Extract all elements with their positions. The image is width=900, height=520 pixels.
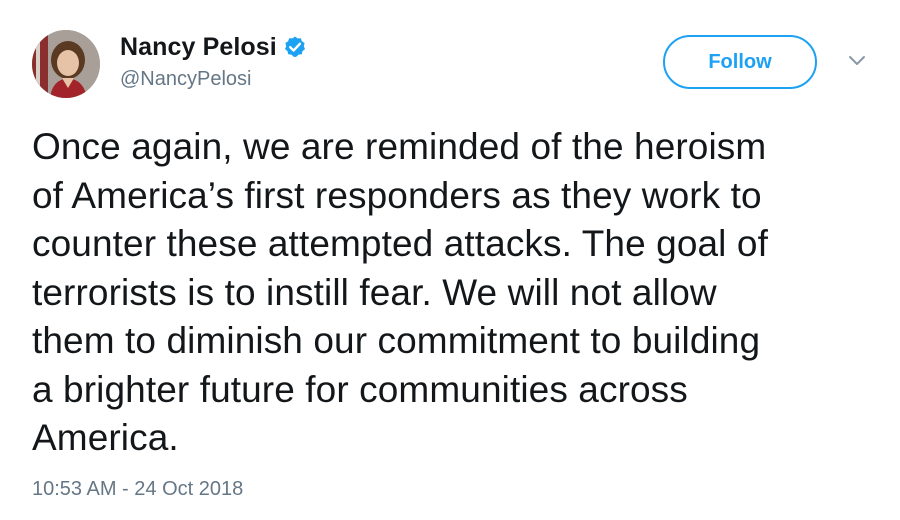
chevron-down-icon[interactable] xyxy=(848,54,866,66)
author-handle[interactable]: @NancyPelosi xyxy=(120,68,251,91)
author-display-name[interactable]: Nancy Pelosi xyxy=(120,33,277,62)
follow-button[interactable]: Follow xyxy=(663,35,817,89)
tweet-text: Once again, we are reminded of the heroi… xyxy=(32,126,768,458)
verified-badge-icon xyxy=(283,35,307,59)
author-name-row: Nancy Pelosi xyxy=(120,30,307,64)
profile-photo xyxy=(32,30,100,98)
author-avatar[interactable] xyxy=(32,30,100,98)
tweet-card: Nancy Pelosi @NancyPelosi Follow Once ag… xyxy=(0,0,900,520)
tweet-timestamp[interactable]: 10:53 AM - 24 Oct 2018 xyxy=(32,478,243,501)
